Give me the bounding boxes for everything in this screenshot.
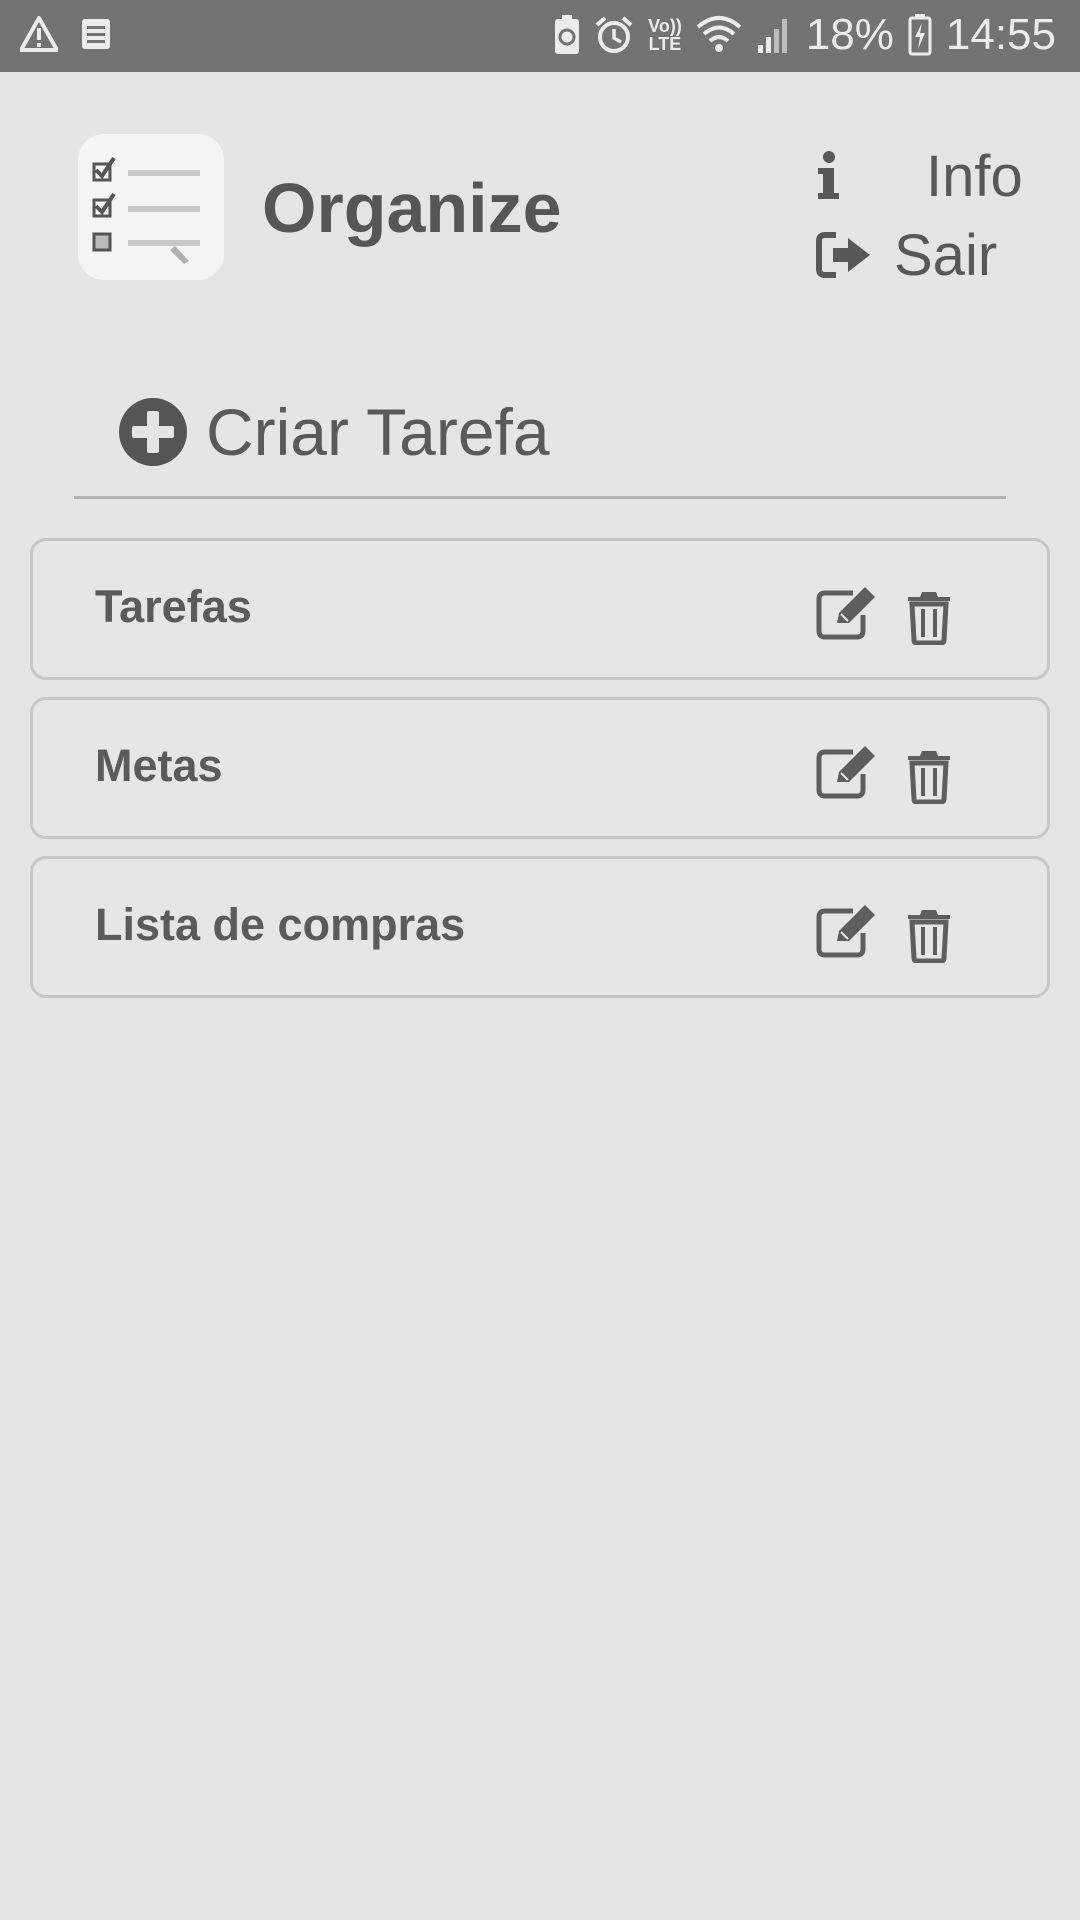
wifi-icon — [696, 15, 742, 55]
battery-percent: 18% — [805, 10, 894, 59]
battery-charging-icon — [908, 14, 932, 56]
list-item-title: Lista de compras — [95, 899, 466, 950]
battery-saver-icon — [554, 15, 580, 55]
list-item[interactable]: Metas — [30, 697, 1050, 839]
create-task-label: Criar Tarefa — [206, 395, 550, 469]
edit-icon[interactable] — [815, 903, 879, 959]
sign-out-icon — [816, 231, 872, 279]
edit-icon[interactable] — [815, 744, 879, 800]
volte-top-label: Vo)) — [648, 16, 682, 36]
info-icon — [816, 151, 840, 201]
list-item[interactable]: Tarefas — [30, 538, 1050, 680]
clock: 14:55 — [945, 10, 1056, 59]
list-item-title: Tarefas — [95, 581, 252, 632]
trash-icon[interactable] — [905, 589, 953, 645]
warning-icon — [20, 16, 58, 52]
info-label: Info — [926, 143, 1023, 209]
list-item-title: Metas — [95, 740, 223, 791]
volte-bottom-label: LTE — [648, 34, 682, 54]
app-logo — [78, 134, 224, 280]
alarm-icon — [594, 15, 634, 55]
create-task-button[interactable]: Criar Tarefa — [118, 392, 550, 472]
info-link[interactable]: Info — [816, 141, 1023, 211]
app-title: Organize — [262, 169, 562, 247]
status-bar: Vo)) LTE 18% 14:55 — [0, 0, 1080, 72]
status-left-icons — [20, 16, 112, 52]
trash-icon[interactable] — [905, 748, 953, 804]
checklist-logo-icon — [92, 156, 200, 264]
status-right-icons: Vo)) LTE 18% 14:55 — [554, 10, 1056, 60]
edit-icon[interactable] — [815, 585, 879, 641]
plus-circle-icon — [118, 397, 188, 467]
list-item[interactable]: Lista de compras — [30, 856, 1050, 998]
notes-icon — [80, 17, 112, 51]
logout-link[interactable]: Sair — [816, 220, 997, 290]
volte-icon: Vo)) LTE — [648, 17, 682, 53]
logout-label: Sair — [894, 222, 998, 288]
trash-icon[interactable] — [905, 907, 953, 963]
signal-icon — [756, 15, 792, 55]
divider — [74, 496, 1006, 499]
